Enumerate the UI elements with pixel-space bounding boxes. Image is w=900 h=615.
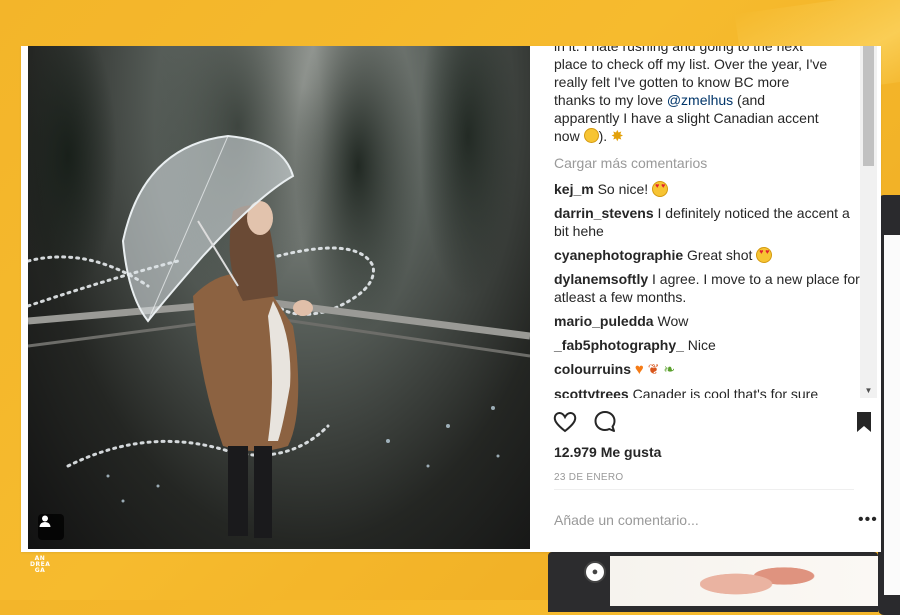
comment-username[interactable]: kej_m: [554, 181, 594, 197]
post-photo: [28, 46, 530, 549]
sketch-drawing: [700, 560, 820, 600]
caption-line: (and: [733, 92, 766, 108]
comment-username[interactable]: dylanemsoftly: [554, 271, 648, 287]
orange-heart-emoji-icon: ♥: [634, 361, 644, 378]
comment-text: Canader is cool that's for sure: [632, 386, 819, 398]
tablet-screen: [884, 235, 900, 595]
caption-line: really felt I've gotten to know BC more: [554, 74, 790, 90]
post-details-panel: in it. I hate rushing and going to the n…: [530, 46, 878, 549]
comment-item: darrin_stevens I definitely noticed the …: [554, 204, 860, 240]
watermark-logo: AN DREA GA: [30, 555, 51, 574]
comment-item: kej_m So nice!: [554, 180, 860, 198]
grinning-emoji-icon: [583, 128, 599, 143]
load-more-comments-button[interactable]: Cargar más comentarios: [554, 154, 860, 172]
comment-item: _fab5photography_ Nice: [554, 336, 860, 354]
heart-eyes-emoji-icon: [652, 181, 669, 197]
photo-scene: [28, 134, 530, 538]
user-tag-icon[interactable]: [38, 514, 64, 540]
comment-text: Nice: [687, 337, 716, 353]
comment-username[interactable]: scottytrees: [554, 386, 629, 398]
comment-item: cyanephotographie Great shot: [554, 246, 860, 264]
heart-eyes-emoji-icon: [756, 247, 773, 263]
post-caption: in it. I hate rushing and going to the n…: [554, 46, 860, 146]
instagram-post-card: in it. I hate rushing and going to the n…: [21, 46, 881, 552]
scroll-down-arrow-icon[interactable]: ▼: [863, 386, 874, 396]
comment-username[interactable]: colourruins: [554, 361, 631, 377]
more-options-icon[interactable]: •••: [858, 508, 878, 532]
comment-bubble-icon[interactable]: [592, 409, 618, 435]
divider: [554, 489, 854, 490]
comment-text: Great shot: [687, 247, 753, 263]
post-date[interactable]: 23 DE ENERO: [554, 472, 623, 483]
comment-username[interactable]: cyanephotographie: [554, 247, 683, 263]
caption-line: ).: [598, 128, 612, 144]
comment-username[interactable]: _fab5photography_: [554, 337, 684, 353]
comment-item: mario_puledda Wow: [554, 312, 860, 330]
mention-link[interactable]: @zmelhus: [667, 92, 733, 108]
comments-scrollbar[interactable]: ▼: [860, 46, 877, 398]
add-comment-input[interactable]: [554, 508, 814, 532]
comments-list[interactable]: in it. I hate rushing and going to the n…: [530, 46, 860, 398]
caption-line: apparently I have a slight Canadian acce…: [554, 110, 819, 126]
comment-item: dylanemsoftly I agree. I move to a new p…: [554, 270, 860, 306]
caption-line: thanks to my love: [554, 92, 667, 108]
comment-item: colourruins ♥ ❦ ❧: [554, 360, 860, 379]
avatar-icon: ●: [584, 561, 606, 583]
sparkle-emoji-icon: ✸: [611, 128, 624, 145]
comment-item: scottytrees Canader is cool that's for s…: [554, 385, 860, 398]
comment-text: Wow: [657, 313, 689, 329]
likes-label: Me gusta: [600, 444, 662, 460]
comment-username[interactable]: darrin_stevens: [554, 205, 654, 221]
caption-line: in it. I hate rushing and going to the n…: [554, 46, 804, 54]
comment-text: So nice!: [597, 181, 649, 197]
fallen-leaf-emoji-icon: ❦: [647, 361, 660, 377]
herb-emoji-icon: ❧: [663, 361, 676, 377]
comment-username[interactable]: mario_puledda: [554, 313, 654, 329]
caption-line: now: [554, 128, 584, 144]
likes-count[interactable]: 12.979 Me gusta: [554, 444, 661, 460]
likes-number: 12.979: [554, 444, 597, 460]
bookmark-icon[interactable]: [851, 409, 877, 435]
caption-line: place to check off my list. Over the yea…: [554, 56, 828, 72]
scrollbar-thumb[interactable]: [863, 46, 874, 166]
post-actions-bar: [530, 398, 878, 442]
heart-icon[interactable]: [552, 409, 578, 435]
